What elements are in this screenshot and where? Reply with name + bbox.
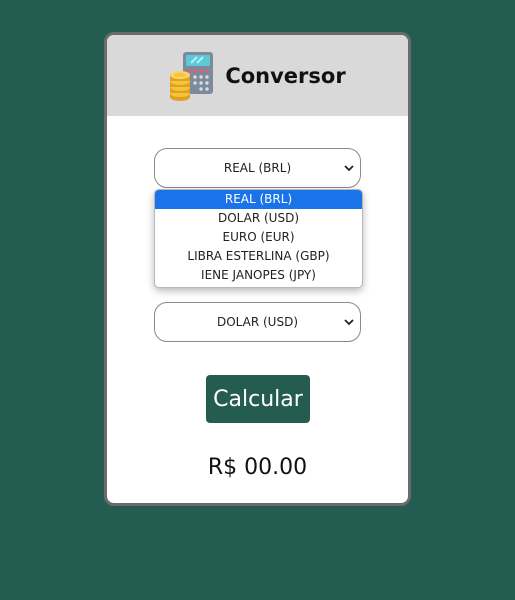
dropdown-option-brl[interactable]: REAL (BRL)	[155, 190, 362, 209]
converter-card: Conversor REAL (BRL) REAL (BRL) DOLAR (U…	[104, 32, 411, 506]
chevron-down-icon	[344, 165, 354, 172]
conversion-result: R$ 00.00	[207, 455, 308, 480]
page-title: Conversor	[225, 63, 346, 88]
dropdown-option-gbp[interactable]: LIBRA ESTERLINA (GBP)	[155, 247, 362, 266]
calculator-coins-icon	[170, 51, 214, 101]
dropdown-option-eur[interactable]: EURO (EUR)	[155, 228, 362, 247]
to-currency-value: DOLAR (USD)	[216, 315, 298, 329]
from-currency-select[interactable]: REAL (BRL)	[154, 148, 361, 188]
currency-dropdown-list: REAL (BRL) DOLAR (USD) EURO (EUR) LIBRA …	[154, 189, 363, 288]
calculate-button[interactable]: Calcular	[206, 375, 310, 423]
to-currency-select[interactable]: DOLAR (USD)	[154, 302, 361, 342]
dropdown-option-usd[interactable]: DOLAR (USD)	[155, 209, 362, 228]
from-currency-value: REAL (BRL)	[223, 161, 292, 175]
chevron-down-icon	[344, 319, 354, 326]
card-header: Conversor	[107, 35, 408, 116]
dropdown-option-jpy[interactable]: IENE JANOPES (JPY)	[155, 266, 362, 285]
